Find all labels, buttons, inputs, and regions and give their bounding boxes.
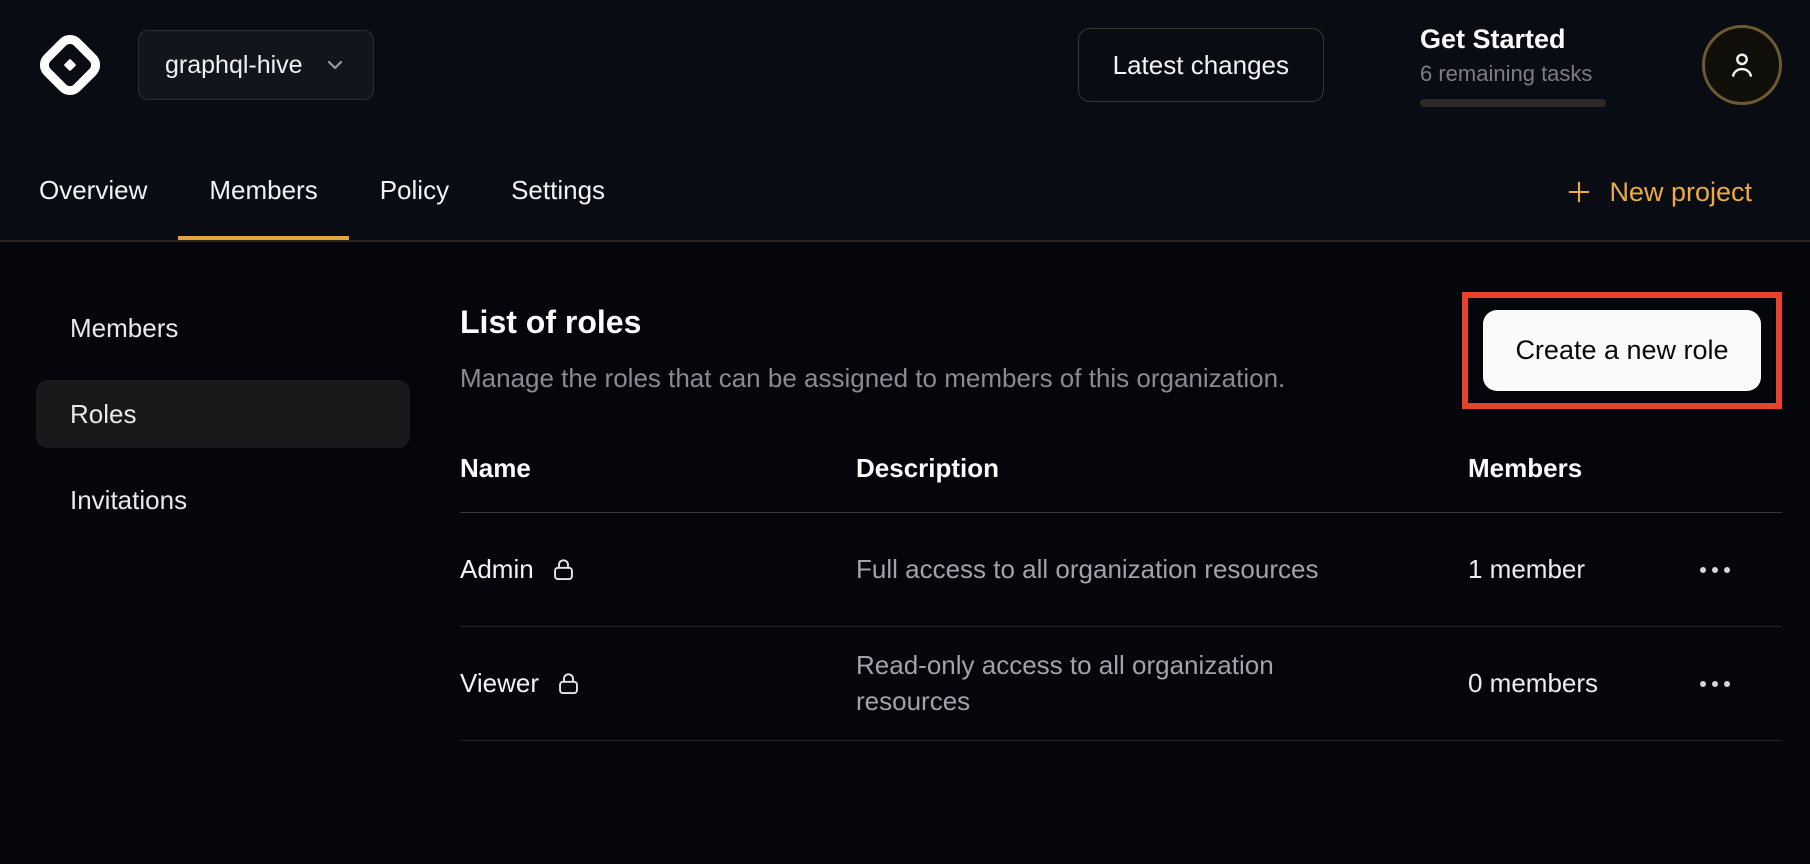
column-header-description: Description (856, 435, 1468, 513)
role-member-count: 0 members (1468, 668, 1598, 699)
hive-logo-icon (38, 33, 102, 97)
top-chrome: graphql-hive Latest changes Get Started … (0, 0, 1810, 242)
role-name: Admin (460, 554, 534, 585)
row-menu-ellipsis-icon[interactable] (1696, 671, 1734, 697)
get-started-progressbar (1420, 99, 1606, 107)
role-members-cell: 1 member (1468, 554, 1782, 585)
role-name-cell: Admin (460, 554, 856, 585)
sidebar-item-members[interactable]: Members (36, 294, 410, 362)
roles-table: Name Description Members Admin (460, 435, 1782, 741)
user-avatar[interactable] (1702, 25, 1782, 105)
role-member-count: 1 member (1468, 554, 1585, 585)
latest-changes-button[interactable]: Latest changes (1078, 28, 1324, 102)
get-started-title: Get Started (1420, 24, 1606, 55)
create-role-button[interactable]: Create a new role (1483, 310, 1761, 391)
role-name: Viewer (460, 668, 539, 699)
app-header: graphql-hive Latest changes Get Started … (0, 0, 1810, 130)
role-description: Read-only access to all organization res… (856, 628, 1356, 738)
page-subtitle: Manage the roles that can be assigned to… (460, 363, 1285, 394)
role-members-cell: 0 members (1468, 668, 1782, 699)
role-description: Full access to all organization resource… (856, 532, 1356, 607)
members-sidebar: Members Roles Invitations (36, 242, 410, 741)
tab-members[interactable]: Members (178, 144, 348, 240)
roles-panel: List of roles Manage the roles that can … (410, 242, 1782, 741)
role-name-cell: Viewer (460, 668, 856, 699)
user-icon (1725, 48, 1759, 82)
sidebar-item-invitations[interactable]: Invitations (36, 466, 410, 534)
chevron-down-icon (323, 53, 347, 77)
roles-panel-header: List of roles Manage the roles that can … (460, 292, 1782, 409)
org-tabbar: Overview Members Policy Settings New pro… (0, 130, 1810, 240)
tab-overview[interactable]: Overview (8, 144, 178, 240)
column-header-name: Name (460, 435, 856, 513)
annotation-highlight: Create a new role (1462, 292, 1782, 409)
plus-icon (1565, 178, 1593, 206)
lock-icon (555, 670, 582, 697)
org-switcher[interactable]: graphql-hive (138, 30, 374, 100)
tab-settings[interactable]: Settings (480, 144, 636, 240)
roles-titles: List of roles Manage the roles that can … (460, 292, 1285, 394)
page-title: List of roles (460, 304, 1285, 341)
column-header-members: Members (1468, 435, 1782, 513)
table-row-admin: Admin Full access to all organization re… (460, 513, 1782, 627)
new-project-label: New project (1609, 177, 1752, 208)
table-row-viewer: Viewer Read-only access to all organizat… (460, 627, 1782, 741)
members-page: Members Roles Invitations List of roles … (0, 242, 1810, 741)
roles-table-header-row: Name Description Members (460, 435, 1782, 513)
org-name: graphql-hive (165, 51, 303, 80)
sidebar-item-roles[interactable]: Roles (36, 380, 410, 448)
tab-policy[interactable]: Policy (349, 144, 480, 240)
get-started-remaining: 6 remaining tasks (1420, 61, 1606, 87)
lock-icon (550, 556, 577, 583)
new-project-link[interactable]: New project (1565, 144, 1772, 240)
row-menu-ellipsis-icon[interactable] (1696, 557, 1734, 583)
get-started-widget[interactable]: Get Started 6 remaining tasks (1420, 24, 1606, 107)
